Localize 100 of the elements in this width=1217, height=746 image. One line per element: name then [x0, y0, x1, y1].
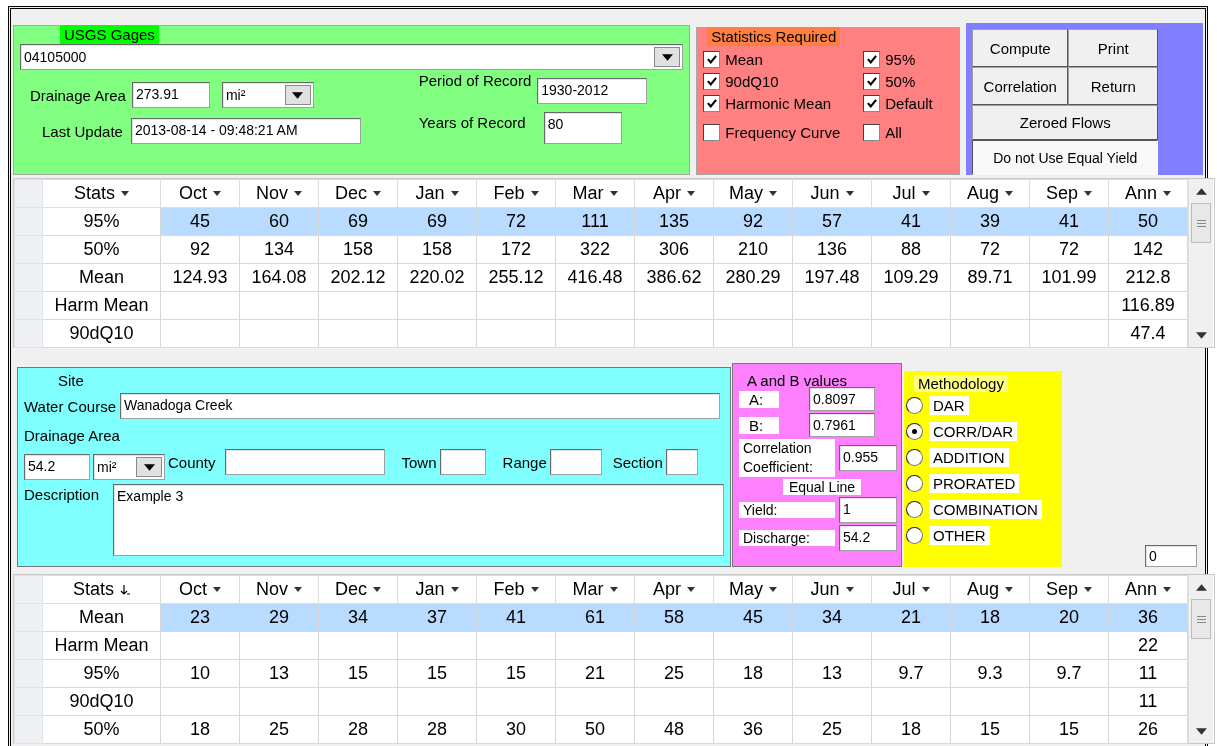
table-cell: 15 [318, 659, 398, 688]
correlation-field[interactable]: 0.955 [839, 445, 897, 471]
table-row[interactable]: 90dQ10 47.4 [14, 319, 1188, 348]
column-header[interactable]: Aug [950, 179, 1030, 208]
radio-button[interactable] [906, 448, 923, 466]
column-header[interactable]: Jan [397, 179, 477, 208]
table-cell: 25 [634, 659, 714, 688]
column-header[interactable]: Sep [1029, 179, 1109, 208]
column-header[interactable]: Jun [792, 575, 872, 604]
column-header[interactable]: Sep [1029, 575, 1109, 604]
column-header[interactable]: Aug [950, 575, 1030, 604]
checkbox[interactable] [863, 73, 881, 90]
column-header[interactable]: May [713, 575, 793, 604]
column-header[interactable]: Ann [1108, 575, 1188, 604]
action-button[interactable]: Print [1068, 29, 1159, 67]
scroll-thumb[interactable] [1191, 203, 1211, 243]
radio-button[interactable] [906, 422, 923, 440]
field-label: A: [739, 390, 780, 408]
table-row[interactable]: 90dQ10 11 [14, 687, 1188, 716]
scrollbar[interactable] [1188, 575, 1213, 743]
range-field[interactable] [549, 449, 602, 475]
table-row[interactable]: 50% 92 134 158 158 172 322 306 210 136 88 72 72 142 [14, 235, 1188, 264]
town-field[interactable] [439, 449, 486, 475]
section-field[interactable] [665, 449, 698, 475]
table-cell: 57 [792, 207, 872, 236]
column-header[interactable]: Jul [871, 179, 951, 208]
unit-dropdown[interactable]: mi² [93, 454, 165, 480]
a-field[interactable]: 0.8097 [809, 387, 875, 411]
unit-dropdown[interactable]: mi² [221, 82, 314, 108]
table-cell: 47.4 [1108, 319, 1188, 348]
drainage-area-field[interactable]: 54.2 [24, 454, 90, 480]
column-header[interactable]: Oct [160, 575, 240, 604]
table-row[interactable]: 95% 10 13 15 15 15 21 25 18 13 9.7 9.3 9.7 11 [14, 659, 1188, 688]
column-header[interactable]: Jan [397, 575, 477, 604]
column-header[interactable]: Dec [318, 179, 398, 208]
radio-button[interactable] [906, 526, 923, 544]
action-button[interactable]: Do not Use Equal Yield [972, 140, 1159, 175]
checkbox[interactable] [703, 124, 721, 141]
action-button[interactable]: Return [1068, 67, 1159, 105]
water-course-field[interactable]: Wanadoga Creek [120, 393, 720, 419]
column-header[interactable]: Oct [160, 179, 240, 208]
column-header[interactable]: Mar [555, 179, 635, 208]
checkbox-label: Default [885, 95, 933, 112]
row-header: Harm Mean [42, 291, 161, 320]
checkbox[interactable] [703, 73, 721, 90]
column-header[interactable]: May [713, 179, 793, 208]
checkbox[interactable] [703, 51, 721, 68]
scrollbar[interactable] [1188, 179, 1213, 347]
table-cell: 72 [1029, 235, 1109, 264]
column-header[interactable]: Dec [318, 575, 398, 604]
table-row[interactable]: Harm Mean 116.89 [14, 291, 1188, 320]
table-row[interactable]: Harm Mean 22 [14, 631, 1188, 660]
table-cell: 386.62 [634, 263, 714, 292]
radio-button[interactable] [906, 500, 923, 518]
caret-icon [769, 191, 777, 196]
action-button[interactable]: Correlation [972, 67, 1069, 105]
scroll-thumb[interactable] [1191, 599, 1211, 639]
table-row[interactable]: Mean 23 29 34 37 41 61 58 45 34 21 18 20 36 [14, 603, 1188, 632]
column-header[interactable]: Nov [239, 179, 319, 208]
column-header[interactable]: Nov [239, 575, 319, 604]
counter-field[interactable]: 0 [1145, 545, 1197, 567]
column-header[interactable]: Stats [42, 575, 161, 604]
drainage-area-field[interactable]: 273.91 [131, 82, 210, 108]
column-header[interactable]: Apr [634, 179, 714, 208]
column-header[interactable]: Feb [476, 575, 556, 604]
table-cell: 111 [555, 207, 635, 236]
description-field[interactable]: Example 3 [113, 484, 724, 556]
table-cell: 101.99 [1029, 263, 1109, 292]
action-button[interactable]: Compute [972, 29, 1069, 67]
years-field[interactable]: 80 [543, 112, 622, 144]
checkbox[interactable] [863, 124, 881, 141]
table-row[interactable]: 95% 45 60 69 69 72 111 135 92 57 41 39 41 50 [14, 207, 1188, 236]
caret-icon [1005, 587, 1013, 592]
column-header[interactable]: Ann [1108, 179, 1188, 208]
station-dropdown[interactable]: 04105000 [20, 44, 684, 70]
column-header[interactable]: Feb [476, 179, 556, 208]
table-row[interactable]: 50% 18 25 28 28 30 50 48 36 25 18 15 15 26 [14, 715, 1188, 744]
b-field[interactable]: 0.7961 [809, 413, 875, 437]
row-header: 95% [42, 659, 161, 688]
checkbox[interactable] [863, 51, 881, 68]
column-header[interactable]: Stats [42, 179, 161, 208]
table-cell: 92 [713, 207, 793, 236]
column-header[interactable]: Jun [792, 179, 872, 208]
action-button[interactable]: Zeroed Flows [972, 105, 1159, 140]
checkbox[interactable] [703, 95, 721, 112]
table-row[interactable]: Mean 124.93 164.08 202.12 220.02 255.12 416.48 386.62 280.29 197.48 109.29 89.71 101.99 212.8 [14, 263, 1188, 292]
period-field[interactable]: 1930-2012 [537, 78, 648, 104]
radio-button[interactable] [906, 396, 923, 414]
column-header[interactable]: Apr [634, 575, 714, 604]
last-update-field[interactable]: 2013-08-14 - 09:48:21 AM [130, 118, 361, 144]
column-header[interactable]: Mar [555, 575, 635, 604]
radio-button[interactable] [906, 474, 923, 492]
check-icon [706, 77, 717, 86]
radio-label: CORR/DAR [929, 421, 1017, 441]
column-header[interactable]: Jul [871, 575, 951, 604]
county-field[interactable] [224, 449, 385, 475]
discharge-field[interactable]: 54.2 [839, 525, 897, 551]
caret-icon [450, 191, 459, 196]
checkbox[interactable] [863, 95, 881, 112]
yield-field[interactable]: 1 [839, 497, 897, 523]
